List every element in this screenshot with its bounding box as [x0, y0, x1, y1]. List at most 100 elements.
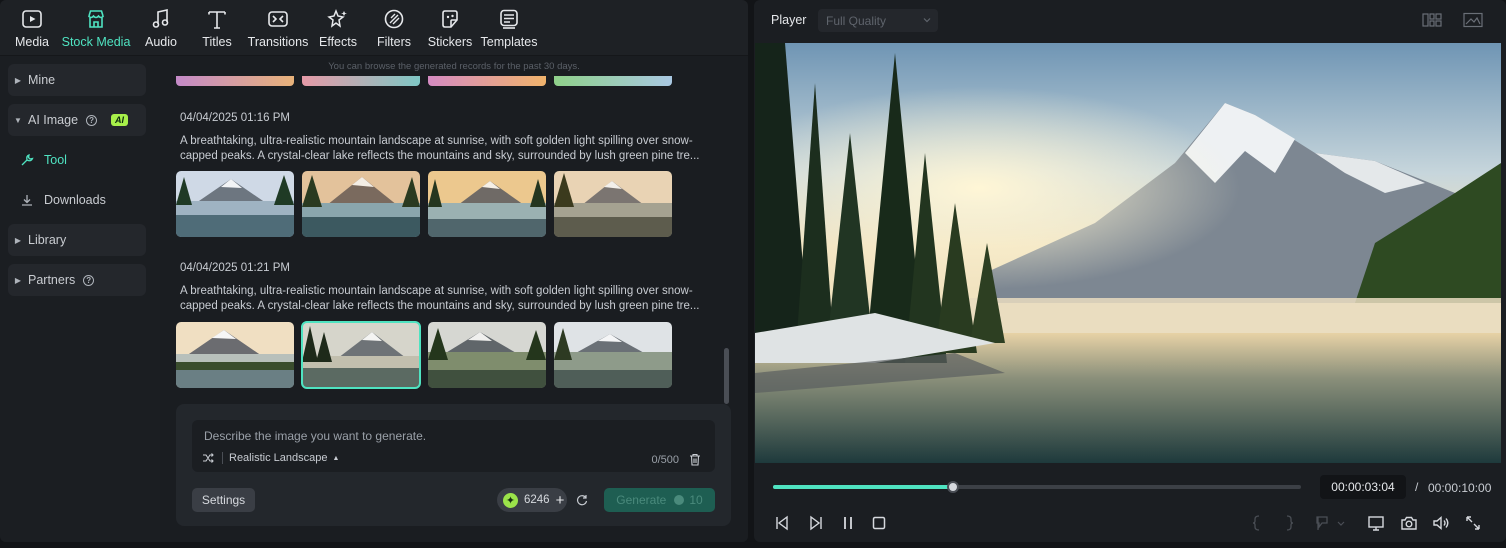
- tab-transitions-label: Transitions: [247, 35, 309, 49]
- generate-panel: Describe the image you want to generate.…: [176, 404, 731, 526]
- image-thumbnail[interactable]: [176, 76, 294, 86]
- player-header: Player Full Quality: [754, 0, 1506, 40]
- tab-stock-media[interactable]: Stock Media: [62, 0, 130, 56]
- image-thumbnail[interactable]: [176, 171, 294, 237]
- image-thumbnail[interactable]: [428, 76, 546, 86]
- generate-label: Generate: [616, 493, 667, 507]
- fullscreen-button[interactable]: [1464, 514, 1482, 532]
- marker-button[interactable]: [1314, 514, 1332, 532]
- sidebar-item-mine[interactable]: ▶ Mine: [8, 64, 146, 96]
- add-credits-icon: +: [555, 491, 565, 509]
- stop-icon: [872, 516, 886, 530]
- tab-templates[interactable]: Templates: [481, 0, 538, 56]
- trash-icon[interactable]: [689, 453, 701, 466]
- history-hint: You can browse the generated records for…: [328, 61, 580, 72]
- tab-titles[interactable]: Titles: [200, 0, 234, 56]
- image-thumbnail[interactable]: [554, 322, 672, 388]
- camera-icon: [1401, 516, 1417, 530]
- current-timecode[interactable]: 00:00:03:04: [1320, 475, 1406, 499]
- generate-button[interactable]: Generate 10: [604, 488, 715, 512]
- next-frame-icon: [810, 515, 822, 531]
- caret-right-icon: ▶: [14, 235, 22, 245]
- tab-media-label: Media: [14, 35, 50, 49]
- tab-media[interactable]: Media: [14, 0, 50, 56]
- tab-filters[interactable]: Filters: [376, 0, 412, 56]
- sidebar-item-downloads[interactable]: Downloads: [20, 186, 106, 214]
- help-icon[interactable]: ?: [83, 274, 95, 286]
- effects-icon: [327, 8, 347, 28]
- audio-icon: [152, 9, 169, 28]
- timeline-scrubber[interactable]: [773, 481, 1301, 493]
- image-thumbnail[interactable]: [554, 171, 672, 237]
- pause-icon: [844, 517, 852, 529]
- credit-icon: [674, 495, 685, 505]
- image-thumbnail[interactable]: [302, 171, 420, 237]
- video-preview[interactable]: [755, 43, 1501, 463]
- pause-button[interactable]: [839, 514, 857, 532]
- stickers-icon: [442, 10, 458, 28]
- settings-button[interactable]: Settings: [192, 488, 255, 512]
- sidebar: ▶ Mine ▼ AI Image ? AI Tool Downloads ▶ …: [0, 56, 160, 542]
- credit-icon: ✦: [503, 492, 518, 508]
- image-thumbnail[interactable]: [302, 76, 420, 86]
- credits-button[interactable]: ✦ 6246 +: [497, 488, 567, 512]
- display-button[interactable]: [1367, 514, 1385, 532]
- tab-transitions[interactable]: Transitions: [248, 0, 308, 56]
- image-thumbnail[interactable]: [554, 76, 672, 86]
- caret-right-icon: ▶: [14, 275, 22, 285]
- sidebar-item-label: AI Image: [28, 113, 79, 127]
- image-thumbnail[interactable]: [428, 322, 546, 388]
- prompt-input[interactable]: Describe the image you want to generate.…: [192, 420, 715, 472]
- media-icon: [22, 10, 42, 28]
- caret-right-icon: ▶: [14, 75, 22, 85]
- mark-in-icon: [1252, 515, 1260, 531]
- image-thumbnail-selected[interactable]: [301, 321, 421, 389]
- sidebar-item-partners[interactable]: ▶ Partners ?: [8, 264, 146, 296]
- style-selector[interactable]: Realistic Landscape ▲: [202, 452, 339, 464]
- sidebar-item-library[interactable]: ▶ Library: [8, 224, 146, 256]
- next-frame-button[interactable]: [807, 514, 825, 532]
- tab-effects-label: Effects: [319, 35, 357, 49]
- credits-count: 6246: [524, 494, 550, 506]
- stop-button[interactable]: [870, 514, 888, 532]
- timeline-progress: [773, 485, 953, 489]
- mark-out-button[interactable]: [1280, 514, 1298, 532]
- help-icon[interactable]: ?: [86, 114, 98, 126]
- titles-icon: [208, 11, 226, 29]
- ai-badge: AI: [111, 114, 129, 126]
- image-thumbnail[interactable]: [176, 322, 294, 388]
- fullscreen-icon: [1466, 516, 1480, 530]
- volume-button[interactable]: [1432, 514, 1450, 532]
- previous-frame-button[interactable]: [773, 514, 791, 532]
- image-icon[interactable]: [1463, 12, 1483, 28]
- snapshot-button[interactable]: [1400, 514, 1418, 532]
- player-panel: Player Full Quality 00:00:03:04 / 00:00:…: [754, 0, 1506, 542]
- playhead-handle[interactable]: [946, 481, 959, 493]
- tab-filters-label: Filters: [376, 35, 412, 49]
- sidebar-item-tool[interactable]: Tool: [20, 146, 67, 174]
- tab-stickers-label: Stickers: [427, 35, 473, 49]
- grid-view-icon[interactable]: [1422, 12, 1442, 28]
- sidebar-item-label: Tool: [44, 153, 67, 167]
- sidebar-item-ai-image[interactable]: ▼ AI Image ? AI: [8, 104, 146, 136]
- refresh-icon[interactable]: [576, 494, 588, 506]
- quality-dropdown[interactable]: Full Quality: [818, 9, 938, 32]
- stock-media-icon: [87, 10, 105, 28]
- tab-effects[interactable]: Effects: [319, 0, 357, 56]
- record-date: 04/04/2025 01:16 PM: [180, 112, 290, 124]
- record-prompt-line: A breathtaking, ultra-realistic mountain…: [180, 135, 693, 147]
- shuffle-icon[interactable]: [202, 452, 214, 464]
- tab-audio[interactable]: Audio: [143, 0, 179, 56]
- char-counter: 0/500: [651, 454, 679, 466]
- history-scrollbar[interactable]: [724, 348, 729, 404]
- marker-dropdown[interactable]: [1336, 514, 1346, 532]
- mark-in-button[interactable]: [1248, 514, 1266, 532]
- record-prompt-line: A breathtaking, ultra-realistic mountain…: [180, 285, 693, 297]
- sidebar-item-label: Mine: [28, 73, 56, 87]
- record-prompt-line: capped peaks. A crystal-clear lake refle…: [180, 150, 700, 162]
- tab-stickers[interactable]: Stickers: [427, 0, 473, 56]
- prompt-placeholder: Describe the image you want to generate.: [204, 429, 427, 443]
- caret-up-icon: ▲: [332, 454, 340, 462]
- image-thumbnail[interactable]: [428, 171, 546, 237]
- player-title: Player: [771, 13, 807, 27]
